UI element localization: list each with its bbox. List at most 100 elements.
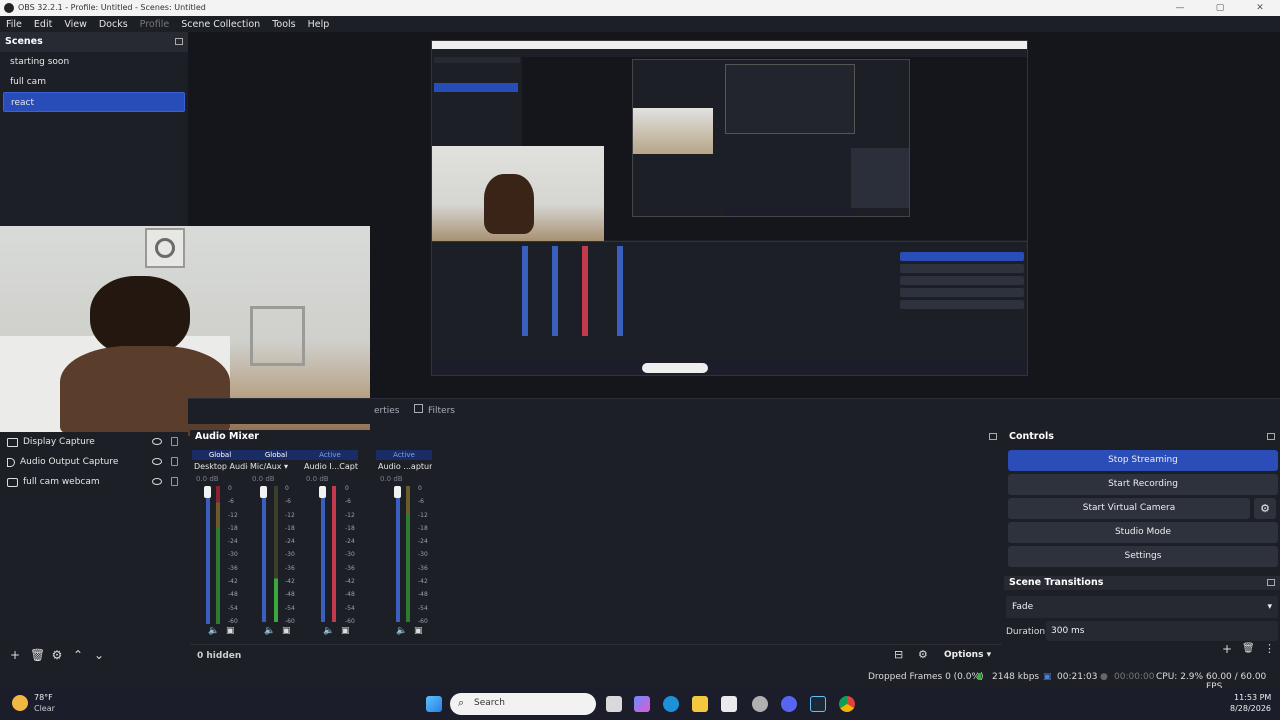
mixer-title-label: Audio Mixer	[195, 431, 259, 442]
file-explorer-icon[interactable]	[692, 696, 708, 712]
stream-time: 00:21:03	[1057, 672, 1098, 682]
menu-tools[interactable]: Tools	[272, 19, 295, 30]
settings-button[interactable]: Settings	[1008, 546, 1278, 567]
app-icon[interactable]	[752, 696, 768, 712]
source-tabs-row: erties Filters	[188, 398, 1280, 424]
undock-icon[interactable]	[175, 38, 183, 45]
studio-mode-button[interactable]: Studio Mode	[1008, 522, 1278, 543]
store-icon[interactable]	[721, 696, 737, 712]
channel-name[interactable]: Audio ...apture ▾	[376, 460, 432, 474]
nested-meter	[617, 246, 623, 336]
start-virtual-camera-button[interactable]: Start Virtual Camera	[1008, 498, 1250, 519]
menu-edit[interactable]: Edit	[34, 19, 52, 30]
copilot-icon[interactable]	[634, 696, 650, 712]
source-label: Audio Output Capture	[20, 457, 119, 467]
menu-scene-collection[interactable]: Scene Collection	[181, 19, 260, 30]
lock-icon[interactable]	[171, 477, 178, 486]
layout-icon[interactable]: ⊟	[894, 648, 903, 661]
speaker-icon[interactable]: 🔈	[323, 626, 334, 636]
channel-name[interactable]: Audio I...Capture ▾	[302, 460, 358, 474]
windows-start-icon[interactable]	[426, 696, 442, 712]
move-up-icon[interactable]: ⌃	[72, 648, 84, 662]
nested-selected-scene	[434, 83, 518, 92]
stop-streaming-button[interactable]: Stop Streaming	[1008, 450, 1278, 471]
nested-button	[900, 288, 1024, 297]
start-recording-button[interactable]: Start Recording	[1008, 474, 1278, 495]
eye-icon[interactable]	[152, 478, 162, 485]
channel-db: 0.0 dB	[252, 475, 275, 483]
scene-item-react[interactable]: react	[3, 92, 185, 112]
nested-inner-preview	[632, 59, 910, 217]
transition-select[interactable]: Fade ▾	[1006, 596, 1278, 618]
trash-icon[interactable]: 🗑	[1242, 643, 1255, 654]
undock-icon[interactable]	[1267, 433, 1275, 440]
speaker-icon[interactable]: 🔈	[208, 626, 219, 636]
speaker-icon	[7, 457, 15, 467]
source-item-display-capture[interactable]: Display Capture	[0, 432, 188, 452]
controls-title: Controls	[1004, 430, 1280, 444]
transitions-title-label: Scene Transitions	[1009, 577, 1104, 588]
menu-help[interactable]: Help	[308, 19, 330, 30]
trash-icon[interactable]: 🗑	[30, 648, 45, 662]
stream-icon: ▣	[1043, 672, 1052, 682]
scenes-title-label: Scenes	[5, 36, 43, 47]
headphones-icon[interactable]: ▣	[414, 626, 423, 636]
volume-fader[interactable]	[319, 486, 326, 498]
scene-item-starting-soon[interactable]: starting soon	[3, 52, 185, 72]
channel-status: Global	[248, 450, 304, 460]
undock-icon[interactable]	[1267, 579, 1275, 586]
filters-tab[interactable]: Filters	[428, 406, 455, 416]
task-view-icon[interactable]	[606, 696, 622, 712]
channel-name[interactable]: Desktop Audio ▾	[192, 460, 248, 474]
headphones-icon[interactable]: ▣	[341, 626, 350, 636]
source-label: Display Capture	[23, 437, 95, 447]
scene-item-full-cam[interactable]: full cam	[3, 72, 185, 92]
eye-icon[interactable]	[152, 458, 162, 465]
source-item-audio-output-capture[interactable]: Audio Output Capture	[0, 452, 188, 472]
headphones-icon[interactable]: ▣	[226, 626, 235, 636]
volume-fader[interactable]	[260, 486, 267, 498]
volume-fader[interactable]	[394, 486, 401, 498]
controls-dock: Controls Stop Streaming Start Recording …	[1004, 430, 1280, 570]
volume-fader[interactable]	[204, 486, 211, 498]
lock-icon[interactable]	[171, 437, 178, 446]
maximize-button[interactable]: ▢	[1200, 0, 1240, 16]
source-item-full-cam-webcam[interactable]: full cam webcam	[0, 472, 188, 492]
search-input[interactable]: ⌕ Search	[450, 693, 596, 715]
menu-profile[interactable]: Profile	[140, 19, 170, 30]
more-icon[interactable]: ⋮	[1264, 642, 1275, 655]
speaker-icon[interactable]: 🔈	[264, 626, 275, 636]
discord-icon[interactable]	[781, 696, 797, 712]
window-title: OBS 32.2.1 - Profile: Untitled - Scenes:…	[18, 3, 206, 12]
edge-icon[interactable]	[663, 696, 679, 712]
chrome-icon[interactable]	[839, 696, 855, 712]
eye-icon[interactable]	[152, 438, 162, 445]
steam-icon[interactable]	[810, 696, 826, 712]
duration-spinbox[interactable]: 300 ms	[1046, 621, 1278, 641]
properties-tab[interactable]: erties	[374, 406, 400, 416]
advanced-audio-icon[interactable]: ⚙	[918, 648, 928, 661]
add-source-icon[interactable]: +	[9, 648, 21, 662]
duration-label: Duration	[1006, 627, 1046, 637]
person-head	[90, 276, 190, 356]
move-down-icon[interactable]: ⌄	[93, 648, 105, 662]
nested-menu-bar	[432, 49, 1027, 57]
virtual-camera-settings-icon[interactable]: ⚙	[1254, 498, 1276, 519]
menu-view[interactable]: View	[64, 19, 87, 30]
undock-icon[interactable]	[989, 433, 997, 440]
menu-docks[interactable]: Docks	[99, 19, 128, 30]
menu-file[interactable]: File	[6, 19, 22, 30]
lock-icon[interactable]	[171, 457, 178, 466]
headphones-icon[interactable]: ▣	[282, 626, 291, 636]
speaker-icon[interactable]: 🔈	[396, 626, 407, 636]
add-transition-icon[interactable]: +	[1222, 642, 1232, 656]
channel-name[interactable]: Mic/Aux ▾	[248, 460, 304, 474]
close-button[interactable]: ✕	[1240, 0, 1280, 16]
mixer-options-button[interactable]: Options ▾	[944, 650, 991, 660]
nested-meter	[522, 246, 528, 336]
minimize-button[interactable]: —	[1160, 0, 1200, 16]
moon-weather-icon[interactable]	[12, 695, 28, 711]
search-icon: ⌕	[458, 696, 465, 709]
channel-status: Active	[376, 450, 432, 460]
gear-icon[interactable]: ⚙	[51, 648, 63, 662]
